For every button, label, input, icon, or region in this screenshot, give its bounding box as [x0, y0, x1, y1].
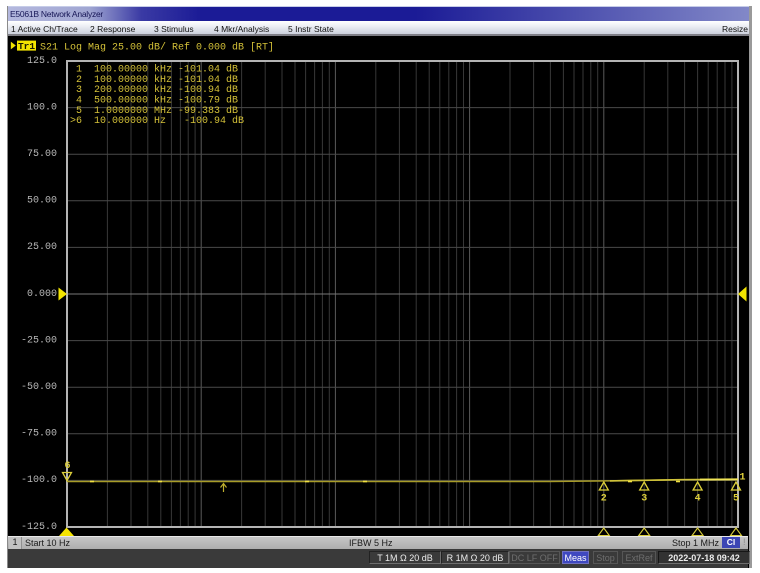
- svg-text:>6 10.000000 Hz -100.94 dB: >6 10.000000 Hz -100.94 dB: [70, 115, 244, 127]
- svg-text:25.00: 25.00: [27, 242, 57, 253]
- svg-text:2 100.00000 kHz -101.04 dB: 2 100.00000 kHz -101.04 dB: [70, 74, 238, 86]
- svg-text:100.0: 100.0: [27, 102, 57, 113]
- svg-text:4 500.00000 kHz -100.79 dB: 4 500.00000 kHz -100.79 dB: [70, 95, 238, 107]
- svg-text:-75.00: -75.00: [21, 429, 57, 440]
- svg-text:5 1.0000000 MHz -99.383 dB: 5 1.0000000 MHz -99.383 dB: [70, 105, 238, 117]
- svg-text:3: 3: [641, 494, 647, 505]
- svg-text:-100.0: -100.0: [21, 475, 57, 486]
- svg-text:5: 5: [733, 494, 739, 505]
- svg-text:Tr1: Tr1: [18, 41, 35, 52]
- svg-text:4: 4: [695, 494, 701, 505]
- svg-text:S21 Log Mag 25.00 dB/ Ref 0.00: S21 Log Mag 25.00 dB/ Ref 0.000 dB [RT]: [40, 41, 274, 53]
- svg-text:6: 6: [64, 461, 70, 472]
- svg-text:0.000: 0.000: [27, 289, 57, 300]
- svg-text:125.0: 125.0: [27, 56, 57, 67]
- svg-text:-25.00: -25.00: [21, 335, 57, 346]
- svg-text:2: 2: [601, 494, 607, 505]
- svg-text:50.00: 50.00: [27, 196, 57, 207]
- svg-text:1 100.00000 kHz -101.04 dB: 1 100.00000 kHz -101.04 dB: [70, 64, 238, 76]
- svg-text:-125.0: -125.0: [21, 522, 57, 533]
- svg-text:-50.00: -50.00: [21, 382, 57, 393]
- svg-text:3 200.00000 kHz -100.94 dB: 3 200.00000 kHz -100.94 dB: [70, 84, 238, 96]
- svg-text:75.00: 75.00: [27, 149, 57, 160]
- svg-text:1: 1: [740, 473, 746, 484]
